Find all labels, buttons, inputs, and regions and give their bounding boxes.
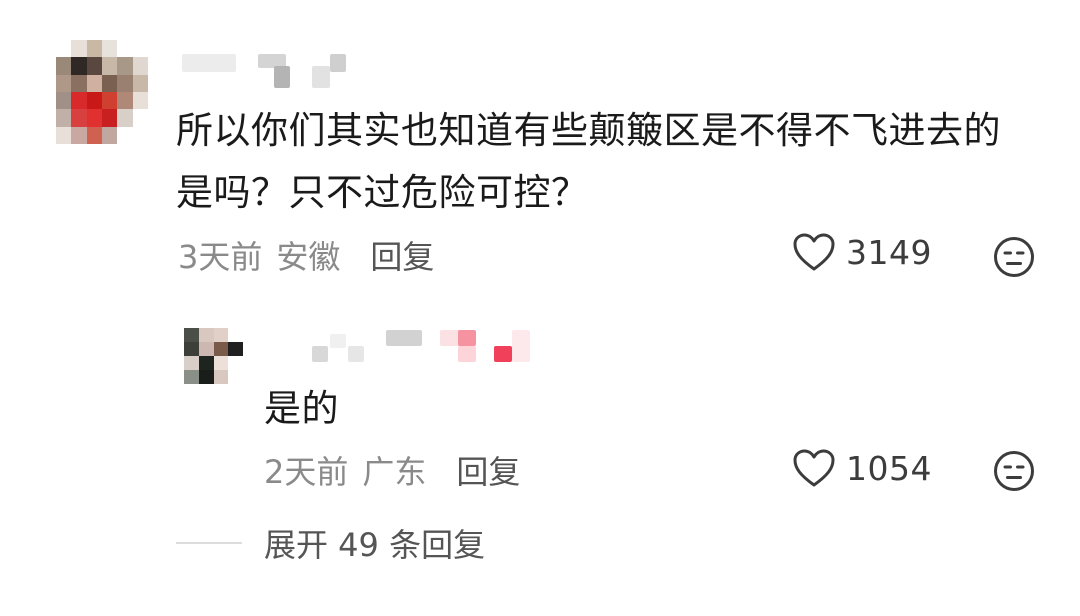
reply-meta: 2天前 广东 回复 bbox=[264, 447, 520, 493]
reply-location: 广东 bbox=[362, 453, 427, 491]
heart-icon bbox=[792, 448, 836, 488]
comment-text: 所以你们其实也知道有些颠簸区是不得不飞进去的 是吗？只不过危险可控？ bbox=[176, 100, 1001, 224]
comment-text-line-2: 是吗？只不过危险可控？ bbox=[176, 171, 589, 214]
reply-time: 2天前 bbox=[264, 453, 349, 491]
avatar[interactable] bbox=[56, 40, 148, 144]
reply-to-reply-button[interactable]: 回复 bbox=[456, 447, 520, 493]
comment-location: 安徽 bbox=[276, 238, 341, 276]
reply-like-button[interactable]: 1054 bbox=[792, 448, 932, 488]
reply-button[interactable]: 回复 bbox=[370, 232, 434, 278]
comment-time: 3天前 bbox=[178, 238, 263, 276]
neutral-face-icon[interactable] bbox=[993, 236, 1035, 278]
divider bbox=[176, 542, 242, 544]
reply-text: 是的 bbox=[264, 387, 339, 430]
expand-replies-button[interactable]: 展开 49 条回复 bbox=[264, 520, 485, 566]
reply-avatar[interactable] bbox=[184, 328, 258, 384]
comment-text-line-1: 所以你们其实也知道有些颠簸区是不得不飞进去的 bbox=[176, 109, 1001, 152]
neutral-face-icon[interactable] bbox=[993, 450, 1035, 492]
comment-meta: 3天前 安徽 回复 bbox=[178, 232, 434, 278]
like-button[interactable]: 3149 bbox=[792, 232, 932, 272]
reply-like-count: 1054 bbox=[846, 448, 932, 488]
heart-icon bbox=[792, 232, 836, 272]
like-count: 3149 bbox=[846, 232, 932, 272]
